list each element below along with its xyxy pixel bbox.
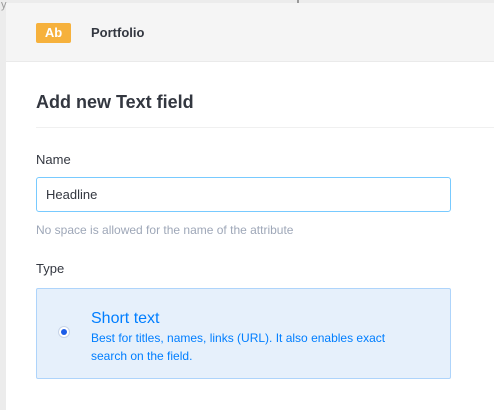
name-input[interactable] bbox=[36, 177, 451, 212]
type-option-title: Short text bbox=[91, 310, 160, 327]
modal-title: Add new Text field bbox=[36, 92, 194, 112]
modal-header: Ab Portfolio bbox=[6, 3, 494, 62]
title-divider bbox=[36, 127, 494, 128]
type-label: Type bbox=[36, 261, 65, 276]
name-label: Name bbox=[36, 152, 71, 167]
field-type-badge: Ab bbox=[36, 23, 71, 43]
content-type-name: Portfolio bbox=[91, 25, 145, 40]
radio-selected-dot bbox=[61, 329, 67, 335]
name-hint: No space is allowed for the name of the … bbox=[36, 223, 294, 237]
radio-button[interactable] bbox=[58, 326, 70, 338]
type-option-description: Best for titles, names, links (URL). It … bbox=[91, 331, 386, 363]
type-option-short-text[interactable]: Short text Best for titles, names, links… bbox=[36, 288, 451, 379]
add-field-modal: Ab Portfolio Add new Text field Name No … bbox=[6, 3, 494, 410]
